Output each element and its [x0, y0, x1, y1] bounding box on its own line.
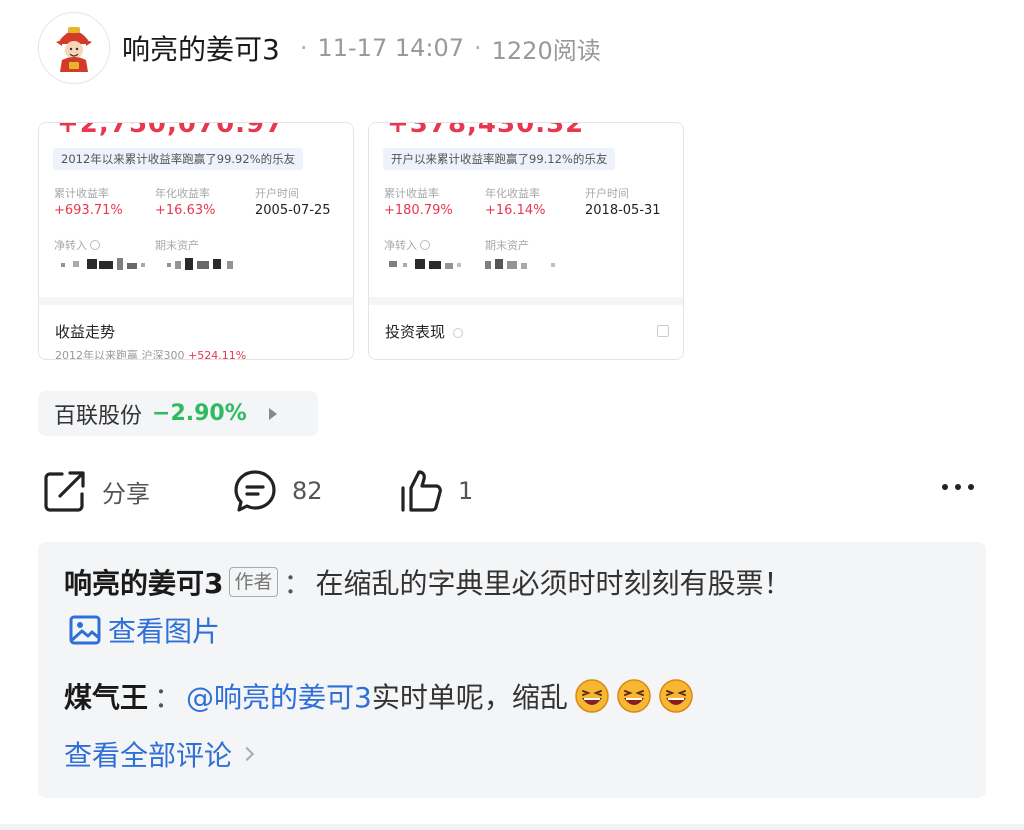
- share-button[interactable]: 分享: [42, 468, 150, 514]
- share-icon: [44, 471, 85, 512]
- rank-text: 2012年以来累计收益率跑赢了99.92%的乐友: [53, 148, 304, 170]
- card-section[interactable]: 收益走势 2012年以来跑赢 沪深300 +524.11%: [39, 297, 353, 359]
- redacted-value: [485, 257, 565, 271]
- stat-label: 年化收益率: [155, 187, 210, 200]
- redacted-value: [389, 257, 469, 271]
- profit-card-2[interactable]: +378,430.32 开户以来累计收益率跑赢了99.12%的乐友 累计收益率 …: [368, 122, 684, 360]
- comment-icon: [234, 470, 276, 512]
- separator-dot: ·: [299, 34, 308, 62]
- total-profit: +2,750,070.97: [57, 122, 285, 139]
- author-avatar[interactable]: [38, 12, 110, 84]
- redacted-value: [167, 257, 247, 271]
- thumbs-up-icon: [401, 470, 442, 512]
- info-icon: [90, 240, 100, 250]
- stat-label: 开户时间: [255, 187, 299, 200]
- stat-label: 年化收益率: [485, 187, 540, 200]
- stat-value: 2018-05-31: [585, 203, 661, 218]
- comment-author[interactable]: 煤气王: [64, 676, 148, 716]
- stat-value: 2005-07-25: [255, 203, 331, 218]
- info-icon: [420, 240, 430, 250]
- avatar-icon: [45, 19, 103, 77]
- net-in-label: 净转入: [54, 237, 100, 253]
- comment-count: 82: [292, 477, 323, 505]
- stat-label: 开户时间: [585, 187, 629, 200]
- like-button[interactable]: 1: [398, 468, 473, 514]
- net-in-label: 净转入: [384, 237, 430, 253]
- read-count: 1220阅读: [491, 36, 601, 65]
- total-profit: +378,430.32: [387, 122, 585, 139]
- stat-value: +16.14%: [485, 203, 546, 218]
- section-title: 投资表现: [385, 321, 463, 342]
- comment-item[interactable]: 响亮的姜可3 作者 ： 在缩乱的字典里必须时时刻刻有股票！: [64, 562, 792, 602]
- image-icon: [69, 615, 101, 645]
- post-header: 响亮的姜可3 · 11-17 14:07 · 1220阅读: [38, 12, 601, 84]
- author-name[interactable]: 响亮的姜可3: [122, 28, 280, 68]
- section-title: 收益走势: [55, 323, 116, 341]
- play-arrow-icon: [268, 407, 277, 420]
- card-summary: +378,430.32 开户以来累计收益率跑赢了99.12%的乐友 累计收益率 …: [369, 123, 683, 299]
- comment-button[interactable]: 82: [232, 468, 323, 514]
- comment-text: 在缩乱的字典里必须时时刻刻有股票！: [315, 567, 792, 600]
- end-assets-label: 期末资产: [485, 239, 529, 252]
- view-all-comments-link[interactable]: 查看全部评论: [64, 734, 255, 774]
- info-icon: [452, 328, 463, 338]
- stat-label: 累计收益率: [54, 187, 109, 200]
- stat-label: 累计收益率: [384, 187, 439, 200]
- post-meta: · 11-17 14:07 · 1220阅读: [290, 31, 601, 66]
- like-count: 1: [458, 477, 474, 505]
- stat-value: +693.71%: [54, 203, 123, 218]
- laughing-emoji-icon: [659, 679, 693, 713]
- comment-colon: ：: [154, 681, 183, 714]
- comment-item[interactable]: 煤气王 ： @响亮的姜可3 实时单呢，缩乱: [64, 676, 694, 716]
- post-time: 11-17 14:07: [317, 34, 464, 62]
- comment-text: 实时单呢，缩乱: [371, 681, 568, 714]
- stock-name: 百联股份: [54, 403, 143, 429]
- author-badge: 作者: [229, 567, 278, 597]
- share-label: 分享: [102, 479, 150, 508]
- rank-text: 开户以来累计收益率跑赢了99.12%的乐友: [383, 148, 616, 170]
- stat-value: +180.79%: [384, 203, 453, 218]
- profit-card-1[interactable]: +2,750,070.97 2012年以来累计收益率跑赢了99.92%的乐友 累…: [38, 122, 354, 360]
- laughing-emoji-icon: [617, 679, 651, 713]
- section-divider: [0, 824, 1024, 830]
- laughing-emoji-icon: [575, 679, 609, 713]
- separator-dot: ·: [474, 34, 482, 62]
- stock-tag[interactable]: 百联股份 −2.90%: [38, 391, 318, 436]
- section-subtitle: 2012年以来跑赢 沪深300 +524.11%: [55, 349, 247, 360]
- comments-preview: 响亮的姜可3 作者 ： 在缩乱的字典里必须时时刻刻有股票！ 查看图片 煤气王 ：…: [38, 542, 986, 798]
- external-link-icon[interactable]: [657, 325, 669, 337]
- chevron-right-icon: [239, 746, 255, 762]
- more-options-icon[interactable]: [942, 484, 974, 490]
- redacted-value: [61, 257, 151, 271]
- card-summary: +2,750,070.97 2012年以来累计收益率跑赢了99.92%的乐友 累…: [39, 123, 353, 299]
- comment-mention[interactable]: @响亮的姜可3: [186, 676, 372, 716]
- view-image-label: 查看图片: [108, 615, 221, 648]
- card-section[interactable]: 投资表现: [369, 297, 683, 359]
- stock-change: −2.90%: [152, 401, 247, 426]
- comment-author[interactable]: 响亮的姜可3: [64, 562, 223, 602]
- view-all-label: 查看全部评论: [64, 739, 233, 772]
- comment-colon: ：: [283, 567, 312, 600]
- emoji-group: [574, 678, 694, 714]
- end-assets-label: 期末资产: [155, 239, 199, 252]
- view-image-link[interactable]: 查看图片: [68, 610, 220, 650]
- stat-value: +16.63%: [155, 203, 216, 218]
